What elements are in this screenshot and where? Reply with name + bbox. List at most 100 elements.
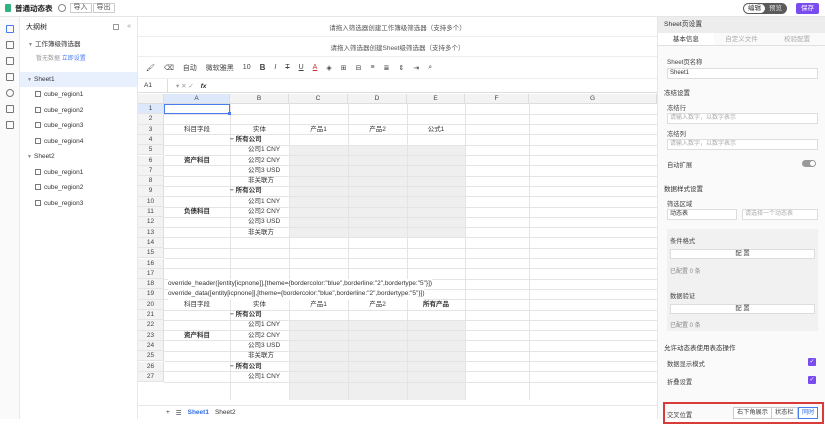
col-header[interactable]: G: [529, 94, 657, 104]
sheet-tab[interactable]: Sheet1: [188, 409, 209, 416]
region-node[interactable]: cube_region2: [20, 180, 137, 196]
sheet-tab[interactable]: Sheet2: [215, 409, 236, 416]
save-button[interactable]: 保存: [796, 3, 819, 14]
settings-icon[interactable]: [57, 4, 66, 12]
mode-switch[interactable]: 编辑 预览: [743, 3, 787, 14]
cell[interactable]: 所有产品: [407, 300, 465, 310]
cell[interactable]: 公司1 CNY: [248, 372, 280, 382]
sheet-grid[interactable]: A B C D E F G 1 2 3 4 5 6 7 8 9 10 11 12 13 14 15 16 17 1…: [138, 94, 657, 400]
data-validation-config-button[interactable]: 配 置: [670, 304, 815, 314]
row-header[interactable]: 17: [138, 268, 164, 280]
cell[interactable]: − 所有公司: [230, 186, 262, 196]
underline-icon[interactable]: U: [299, 64, 304, 71]
cell[interactable]: 非关联方: [248, 351, 274, 361]
cell[interactable]: 科目字段: [164, 125, 230, 135]
cell[interactable]: 公司3 USD: [248, 217, 280, 227]
cond-format-config-button[interactable]: 配 置: [670, 249, 815, 259]
search-icon[interactable]: ⌕: [428, 64, 432, 72]
row-header[interactable]: 18: [138, 279, 164, 290]
cell[interactable]: 公司1 CNY: [248, 320, 280, 330]
row-header[interactable]: 25: [138, 351, 164, 362]
strikethrough-icon[interactable]: T: [285, 64, 289, 71]
row-header[interactable]: 23: [138, 330, 164, 341]
region-node[interactable]: cube_region1: [20, 87, 137, 103]
bold-icon[interactable]: B: [260, 63, 266, 72]
row-header[interactable]: 6: [138, 155, 164, 166]
cell[interactable]: 产品2: [348, 300, 407, 310]
share-icon[interactable]: [5, 121, 14, 129]
row-header[interactable]: 3: [138, 124, 164, 135]
row-header[interactable]: 8: [138, 176, 164, 187]
cell[interactable]: 公司3 USD: [248, 341, 280, 351]
font-family-select[interactable]: 微软雅黑: [206, 63, 234, 73]
row-header[interactable]: 5: [138, 145, 164, 156]
edit-mode-tab[interactable]: 编辑: [744, 4, 765, 13]
setup-link[interactable]: 立即设置: [62, 56, 86, 62]
cell[interactable]: 产品1: [289, 300, 348, 310]
col-header[interactable]: B: [230, 94, 289, 104]
collapse-settings-checkbox[interactable]: ✓: [808, 376, 816, 384]
cell[interactable]: 公司2 CNY: [248, 207, 280, 217]
italic-icon[interactable]: I: [274, 64, 276, 71]
region-node[interactable]: cube_region2: [20, 103, 137, 119]
format-painter-icon[interactable]: 🖌: [146, 64, 155, 72]
cell[interactable]: 公司3 USD: [248, 166, 280, 176]
sheet-node-sheet1[interactable]: ▼ Sheet1: [20, 71, 137, 87]
cell[interactable]: 科目字段: [164, 300, 230, 310]
col-header[interactable]: C: [289, 94, 348, 104]
align-center-icon[interactable]: ≣: [384, 64, 390, 72]
tab-basic-info[interactable]: 基本信息: [658, 33, 714, 45]
tab-validation[interactable]: 校验配置: [769, 33, 825, 45]
wrap-select[interactable]: 自动: [183, 63, 197, 73]
workbook-filter-dropzone[interactable]: 请拖入筛选器创建工作簿级筛选器（支持多个）: [138, 17, 657, 37]
row-header[interactable]: 4: [138, 134, 164, 146]
row-header[interactable]: 26: [138, 361, 164, 372]
font-size-select[interactable]: 10: [243, 64, 251, 71]
cell[interactable]: override_data([entity[icpnone]],[theme={…: [168, 289, 425, 300]
row-header[interactable]: 27: [138, 371, 164, 383]
cell[interactable]: 公式1: [407, 125, 465, 135]
position-statusbar-option[interactable]: 状态栏: [771, 407, 798, 419]
cell[interactable]: 公司1 CNY: [248, 145, 280, 155]
row-header[interactable]: 15: [138, 248, 164, 259]
cell[interactable]: 实体: [230, 300, 289, 310]
panel-collapse-icon[interactable]: «: [127, 23, 131, 30]
import-button[interactable]: 导入: [69, 3, 92, 13]
outline-icon[interactable]: [5, 25, 14, 33]
cell[interactable]: 非关联方: [248, 228, 274, 238]
sheet-list-icon[interactable]: ☰: [176, 409, 182, 417]
cell-address-box[interactable]: A1: [138, 79, 168, 92]
row-header[interactable]: 24: [138, 340, 164, 352]
col-header[interactable]: E: [407, 94, 465, 104]
col-header[interactable]: F: [465, 94, 529, 104]
data-display-mode-checkbox[interactable]: ✓: [808, 358, 816, 366]
cell[interactable]: 实体: [230, 125, 289, 135]
cell[interactable]: − 所有公司: [230, 310, 262, 320]
col-header[interactable]: A: [164, 94, 230, 104]
row-header[interactable]: 10: [138, 196, 164, 207]
target-icon[interactable]: [5, 89, 14, 97]
col-header[interactable]: D: [348, 94, 407, 104]
cell[interactable]: − 所有公司: [230, 135, 262, 145]
export-button[interactable]: 导出: [92, 3, 115, 13]
region-node[interactable]: cube_region1: [20, 165, 137, 181]
region-node[interactable]: cube_region4: [20, 134, 137, 150]
row-header[interactable]: 2: [138, 114, 164, 125]
cell[interactable]: override_header([entity[icpnone]],[theme…: [168, 279, 433, 290]
cell[interactable]: 公司2 CNY: [248, 156, 280, 166]
cell[interactable]: 资产科目: [164, 331, 230, 341]
row-header[interactable]: 20: [138, 299, 164, 310]
fill-color-icon[interactable]: ◈: [326, 64, 331, 72]
row-header[interactable]: 22: [138, 320, 164, 331]
freeze-col-input[interactable]: 请输入数字，以数字表示: [667, 139, 818, 150]
row-header[interactable]: 21: [138, 310, 164, 321]
cell[interactable]: − 所有公司: [230, 362, 262, 372]
document-icon[interactable]: [5, 57, 14, 65]
row-header[interactable]: 12: [138, 217, 164, 228]
row-header[interactable]: 11: [138, 207, 164, 218]
cell[interactable]: 负债科目: [164, 207, 230, 217]
cell[interactable]: 资产科目: [164, 156, 230, 166]
sheet-filter-dropzone[interactable]: 请拖入筛选器创建Sheet级筛选器（支持多个）: [138, 37, 657, 57]
merge-icon[interactable]: ⊟: [356, 64, 362, 72]
text-direction-icon[interactable]: ⇥: [413, 64, 419, 72]
